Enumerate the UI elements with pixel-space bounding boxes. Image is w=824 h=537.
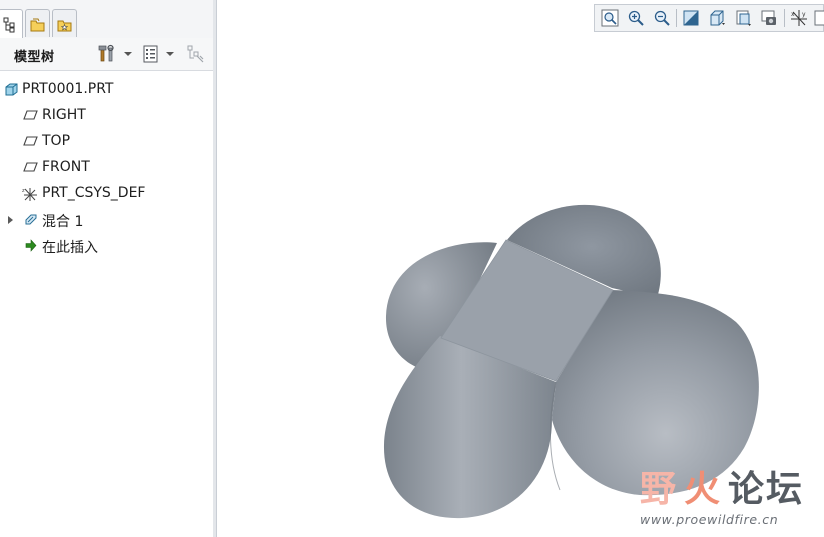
datum-plane-icon (23, 136, 38, 146)
zoom-out-icon (654, 10, 670, 26)
part-icon (5, 83, 18, 96)
view-manager-button[interactable] (758, 8, 780, 28)
tree-item-label: FRONT (42, 159, 90, 175)
datum-plane-icon (23, 110, 38, 120)
more-button[interactable] (812, 8, 824, 28)
tree-item-label: 在此插入 (42, 240, 98, 256)
tab-folder-browser[interactable] (25, 9, 50, 37)
svg-text:z: z (22, 188, 25, 194)
tree-item-label: TOP (42, 133, 71, 149)
tab-model-tree[interactable] (0, 9, 23, 39)
datum-display-button[interactable]: x y (788, 8, 810, 28)
svg-text:y: y (802, 11, 806, 18)
show-options-icon[interactable] (141, 44, 161, 64)
display-style-icon (736, 10, 751, 26)
expand-arrow-icon[interactable] (8, 216, 13, 224)
toolbar-separator (676, 9, 677, 27)
watermark-huo-char: 火 (684, 469, 721, 510)
tree-item-right[interactable]: RIGHT (0, 105, 213, 127)
model-tree-toolbar: 模型树 (0, 38, 213, 71)
tree-item-front[interactable]: FRONT (0, 157, 213, 179)
display-style-button[interactable] (732, 8, 754, 28)
forum-watermark: 野 火 论坛 www.proewildfire.cn (638, 454, 824, 534)
tree-item-label: RIGHT (42, 107, 86, 123)
saved-views-icon (710, 10, 725, 26)
saved-views-button[interactable] (706, 8, 728, 28)
model-tree-title: 模型树 (14, 50, 55, 65)
refit-button[interactable] (599, 8, 621, 28)
reorient-button[interactable] (680, 8, 702, 28)
datum-display-icon: x y (791, 10, 807, 26)
reorient-icon (683, 10, 699, 26)
tree-item-csys[interactable]: z PRT_CSYS_DEF (0, 183, 213, 205)
view-toolbar: x y (594, 4, 824, 32)
settings-tools-icon[interactable] (98, 44, 118, 64)
insert-here-arrow-icon (25, 239, 37, 252)
tree-item-label: 混合 1 (42, 214, 84, 230)
zoom-in-icon (628, 10, 644, 26)
settings-dropdown-arrow[interactable] (124, 52, 132, 56)
show-dropdown-arrow[interactable] (166, 52, 174, 56)
view-manager-icon (761, 10, 776, 25)
more-icon (814, 10, 824, 26)
refit-icon (601, 9, 619, 27)
tree-item-blend[interactable]: 混合 1 (0, 209, 213, 231)
watermark-url: www.proewildfire.cn (640, 512, 779, 527)
zoom-out-button[interactable] (651, 8, 673, 28)
filter-icon[interactable] (186, 44, 206, 64)
model-tree-tab-icon (3, 17, 15, 33)
tree-item-label: PRT0001.PRT (22, 81, 114, 97)
navigator-tab-strip (0, 0, 213, 39)
coordinate-system-icon: z (22, 188, 37, 201)
tree-item-insert-here[interactable]: 在此插入 (0, 235, 213, 257)
tree-item-top[interactable]: TOP (0, 131, 213, 153)
zoom-in-button[interactable] (625, 8, 647, 28)
folder-browser-tab-icon (30, 18, 45, 32)
favorites-tab-icon (57, 20, 72, 32)
tree-item-label: PRT_CSYS_DEF (42, 185, 146, 201)
watermark-ye-char: 野 (640, 469, 677, 510)
datum-plane-icon (23, 162, 38, 172)
tree-item-part[interactable]: PRT0001.PRT (0, 79, 213, 101)
tab-favorites[interactable] (52, 9, 77, 37)
graphics-window[interactable]: x y 野 火 论坛 www.proewildfire.cn (217, 0, 824, 537)
navigator-panel: 模型树 PRT0001.PRT RIGHT TOP FRONT z PRT_CS… (0, 0, 214, 537)
blend-feature-icon (25, 214, 37, 225)
toolbar-separator (784, 9, 785, 27)
svg-text:x: x (791, 11, 795, 18)
watermark-luntan: 论坛 (728, 469, 805, 510)
